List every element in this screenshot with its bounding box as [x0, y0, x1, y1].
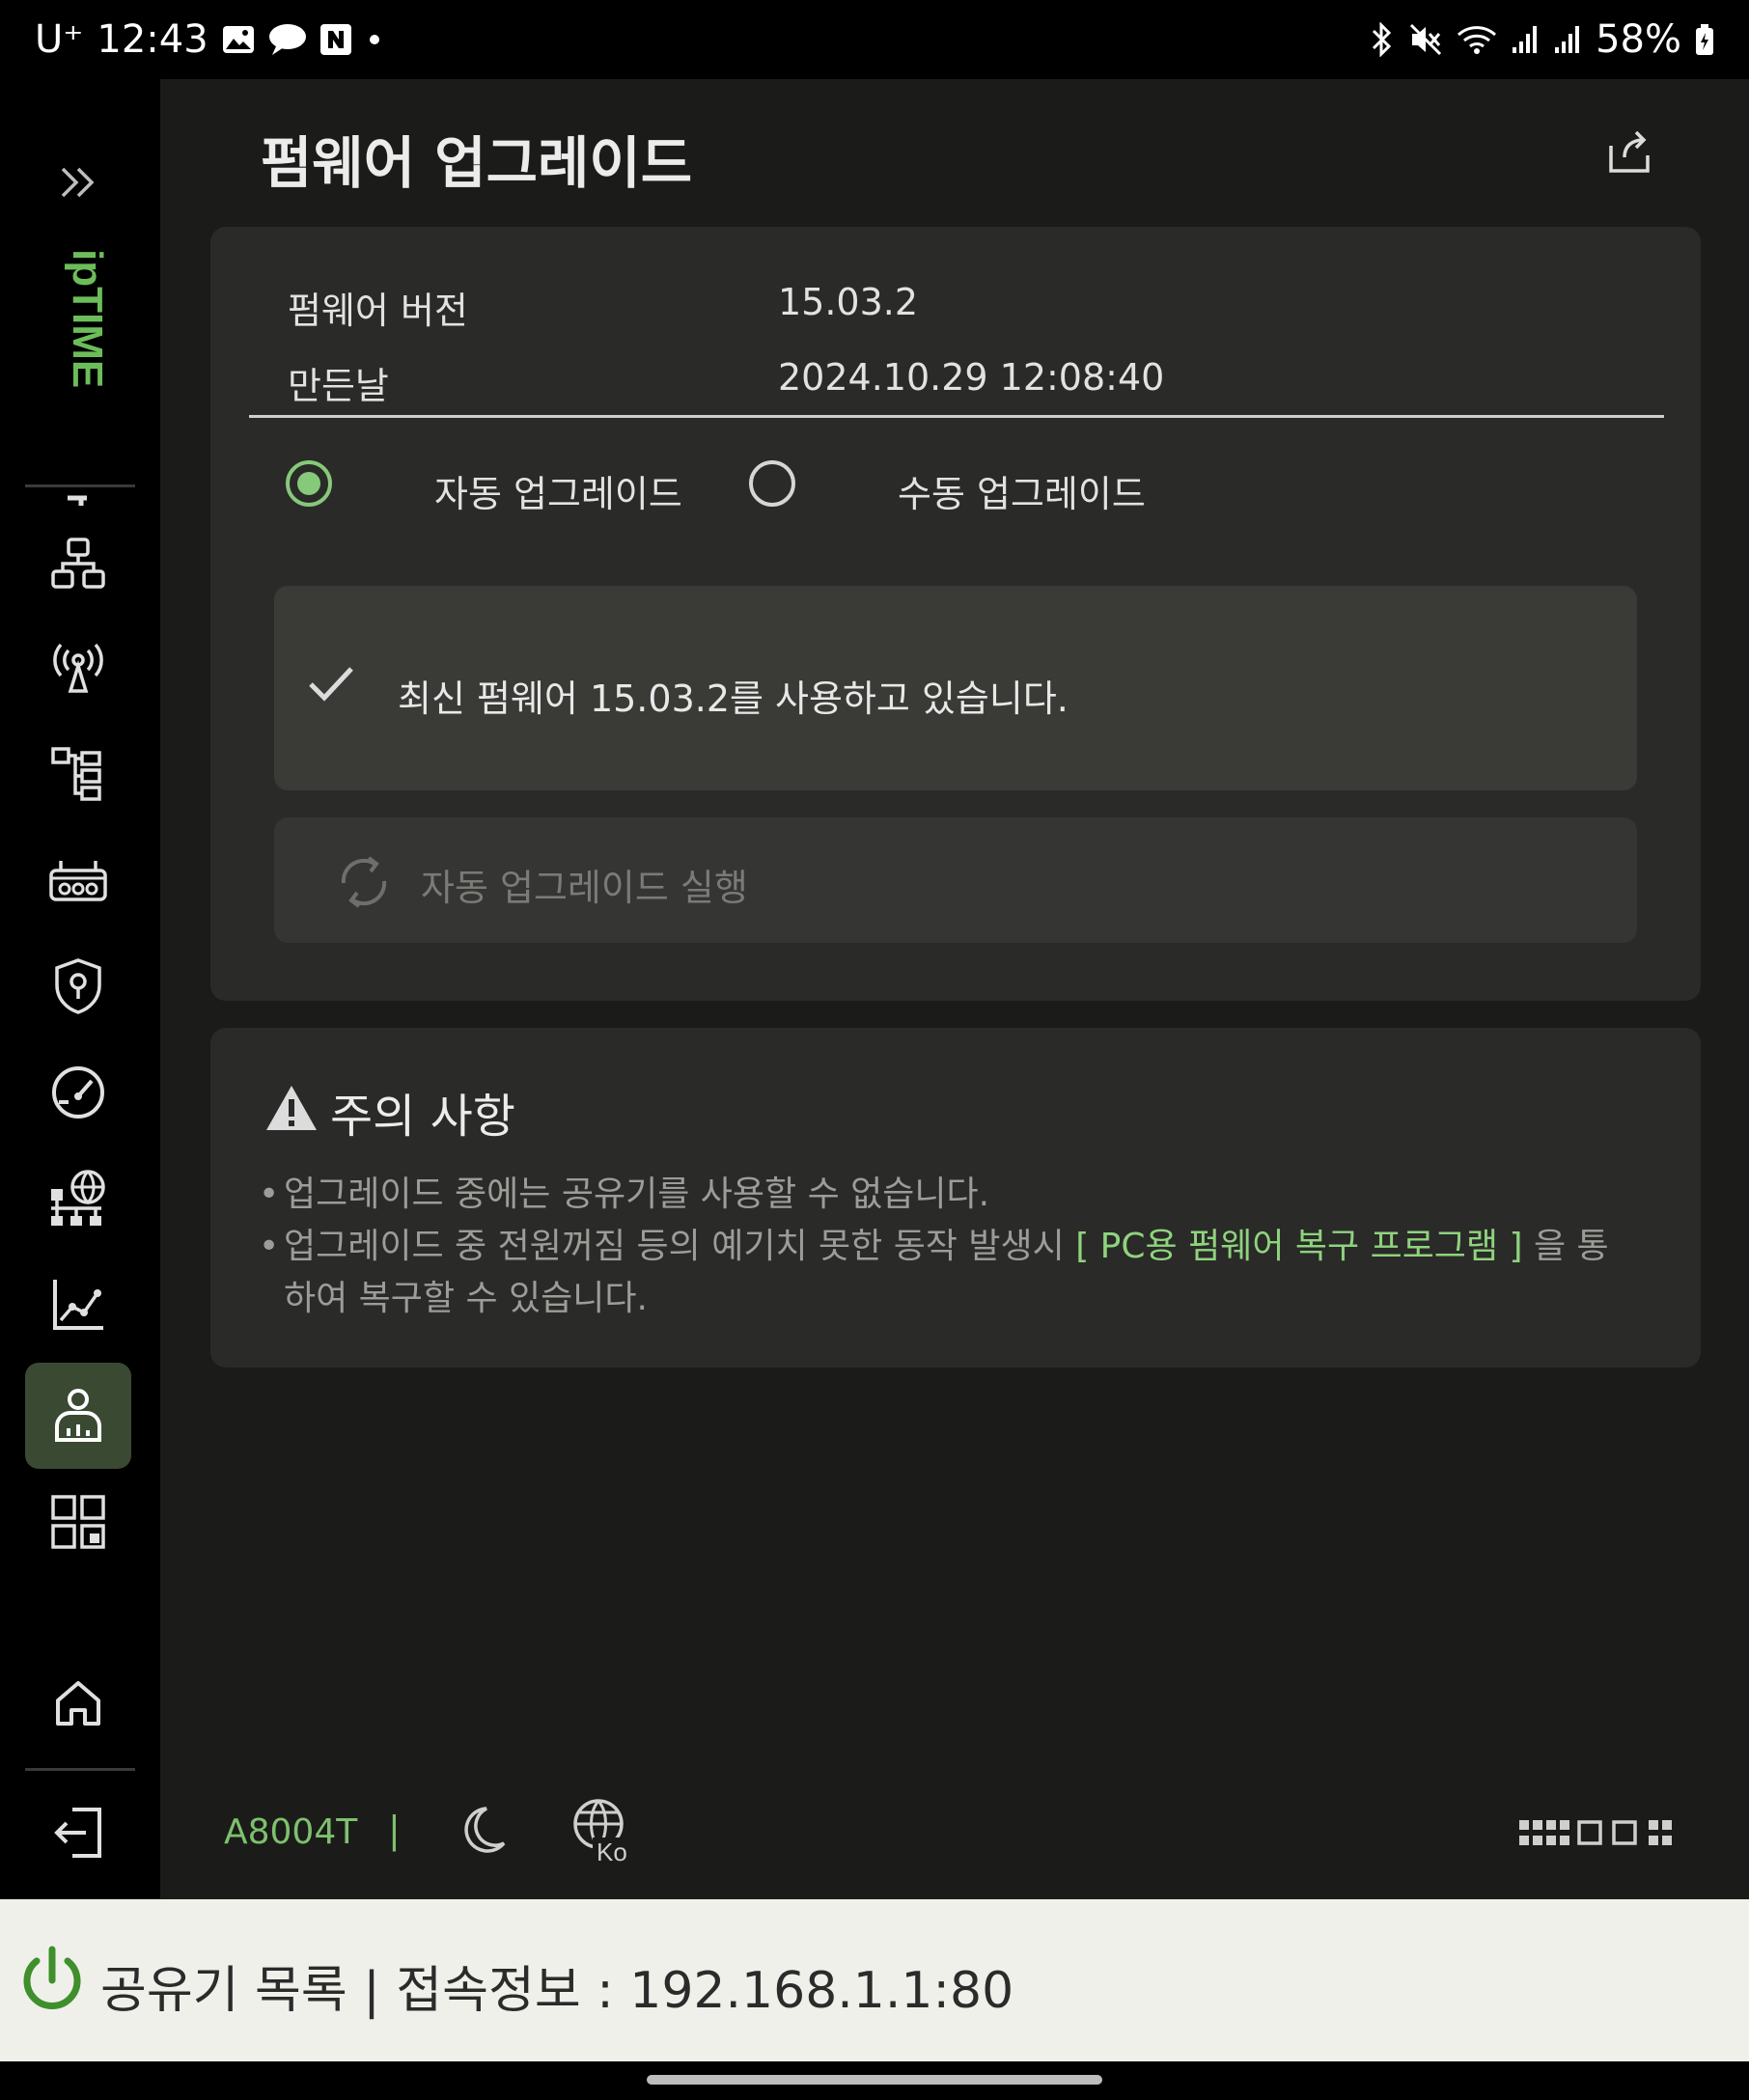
gallery-icon	[222, 25, 255, 54]
export-button[interactable]	[1598, 122, 1660, 183]
wireless-icon	[53, 643, 103, 693]
caution-title: 주의 사항	[330, 1090, 515, 1144]
caution-item-continuation: 하여 복구할 수 있습니다.	[259, 1273, 1668, 1325]
status-bar: U⁺ 12:43 58%	[0, 0, 1749, 79]
check-icon	[309, 667, 353, 702]
main-content: 펌웨어 업그레이드 펌웨어 버전 15.03.2 만든날 2024.10.29 …	[160, 79, 1749, 1899]
signal-icon-2	[1553, 24, 1582, 55]
export-icon	[1609, 130, 1650, 173]
chart-icon	[53, 1280, 103, 1330]
refresh-icon	[341, 856, 387, 908]
firmware-version-label: 펌웨어 버전	[288, 290, 468, 332]
network-icon	[51, 538, 105, 589]
caution-card: 주의 사항 • 업그레이드 중에는 공유기를 사용할 수 없습니다. • 업그레…	[210, 1028, 1701, 1368]
caution-item: • 업그레이드 중에는 공유기를 사용할 수 없습니다.	[259, 1169, 1668, 1221]
router-icon	[49, 861, 107, 901]
sidebar-item-statistics[interactable]	[25, 1252, 131, 1358]
sidebar-expand-button[interactable]	[25, 129, 131, 235]
sidebar-item-home[interactable]	[25, 1650, 131, 1756]
manual-upgrade-radio[interactable]	[749, 460, 795, 507]
caution-item-text: 하여 복구할 수 있습니다.	[284, 1279, 648, 1318]
auto-upgrade-radio[interactable]	[286, 460, 332, 507]
pc-recovery-program-link[interactable]: [ PC용 펌웨어 복구 프로그램 ]	[1075, 1227, 1522, 1266]
globe-icon: Ko	[573, 1799, 637, 1866]
admin-icon	[55, 1389, 101, 1442]
topology-icon	[51, 747, 101, 801]
carrier-label: U⁺	[35, 17, 84, 62]
firmware-version-value: 15.03.2	[778, 281, 919, 323]
caution-item: • 업그레이드 중 전원꺼짐 등의 예기치 못한 동작 발생시 [ PC용 펌웨…	[259, 1227, 1609, 1266]
sidebar-divider	[25, 1768, 135, 1771]
mute-icon	[1408, 22, 1443, 57]
language-button[interactable]: Ko	[569, 1797, 639, 1866]
sidebar-item-security[interactable]	[25, 933, 131, 1039]
sidebar-item-apps[interactable]	[25, 1469, 131, 1575]
build-date-label: 만든날	[288, 365, 389, 407]
sidebar-item-network-settings[interactable]	[25, 1146, 131, 1252]
sidebar-item-logout[interactable]	[25, 1780, 131, 1886]
sidebar-item-admin[interactable]	[25, 1363, 131, 1469]
power-icon	[23, 1946, 81, 2009]
home-gesture-bar[interactable]	[647, 2075, 1102, 2085]
expand-icon	[61, 167, 95, 198]
speed-icon	[52, 1066, 104, 1119]
naver-icon	[319, 24, 351, 55]
auto-upgrade-label[interactable]: 자동 업그레이드	[434, 464, 682, 517]
model-name: A8004T	[224, 1812, 358, 1852]
page-title: 펌웨어 업그레이드	[261, 130, 693, 196]
wifi-icon	[1457, 23, 1497, 56]
firmware-status-box: 최신 펌웨어 15.03.2를 사용하고 있습니다.	[274, 586, 1637, 790]
home-icon	[56, 1681, 100, 1726]
firmware-card: 펌웨어 버전 15.03.2 만든날 2024.10.29 12:08:40 자…	[210, 227, 1701, 1001]
chat-icon	[268, 23, 307, 56]
sidebar: ipTIME	[0, 79, 160, 1899]
network-settings-icon	[51, 1170, 105, 1226]
svg-text:ipTIME: ipTIME	[64, 249, 106, 388]
sidebar-item-topology[interactable]	[25, 721, 131, 827]
more-notifications-icon	[365, 30, 384, 49]
iptime-logo: ipTIME	[64, 249, 106, 506]
sidebar-item-router[interactable]	[25, 827, 131, 933]
build-date-value: 2024.10.29 12:08:40	[778, 356, 1165, 399]
clock: 12:43	[97, 17, 208, 62]
connection-info: 공유기 목록 | 접속정보 : 192.168.1.1:80	[100, 1962, 1014, 2020]
dark-mode-button[interactable]	[450, 1799, 514, 1863]
firmware-status-message: 최신 펌웨어 15.03.2를 사용하고 있습니다.	[398, 677, 1069, 720]
caution-item-text: 업그레이드 중 전원꺼짐 등의 예기치 못한 동작 발생시	[284, 1227, 1076, 1266]
caution-item-text: 을 통	[1522, 1227, 1609, 1266]
bluetooth-icon	[1370, 22, 1395, 57]
caution-item-text: 업그레이드 중에는 공유기를 사용할 수 없습니다.	[284, 1174, 990, 1214]
logout-icon	[54, 1808, 101, 1858]
signal-icon-1	[1511, 24, 1540, 55]
run-auto-upgrade-button[interactable]: 자동 업그레이드 실행	[274, 817, 1637, 943]
sidebar-item-wireless[interactable]	[25, 615, 131, 721]
run-auto-upgrade-label: 자동 업그레이드 실행	[421, 867, 748, 909]
divider	[249, 415, 1664, 418]
footer-separator: |	[388, 1809, 401, 1851]
sidebar-item-speed[interactable]	[25, 1039, 131, 1146]
security-icon	[55, 958, 101, 1014]
battery-icon	[1695, 23, 1714, 56]
battery-percent: 58%	[1596, 17, 1681, 62]
sidebar-divider	[25, 484, 135, 487]
manual-upgrade-label[interactable]: 수동 업그레이드	[898, 464, 1146, 517]
sidebar-item-network[interactable]	[25, 511, 131, 617]
ports-icon	[1519, 1820, 1672, 1845]
moon-icon	[464, 1807, 506, 1853]
apps-icon	[51, 1495, 105, 1549]
language-code: Ko	[597, 1838, 627, 1866]
warning-icon	[266, 1086, 317, 1130]
router-info-bar[interactable]: 공유기 목록 | 접속정보 : 192.168.1.1:80	[0, 1899, 1749, 2061]
